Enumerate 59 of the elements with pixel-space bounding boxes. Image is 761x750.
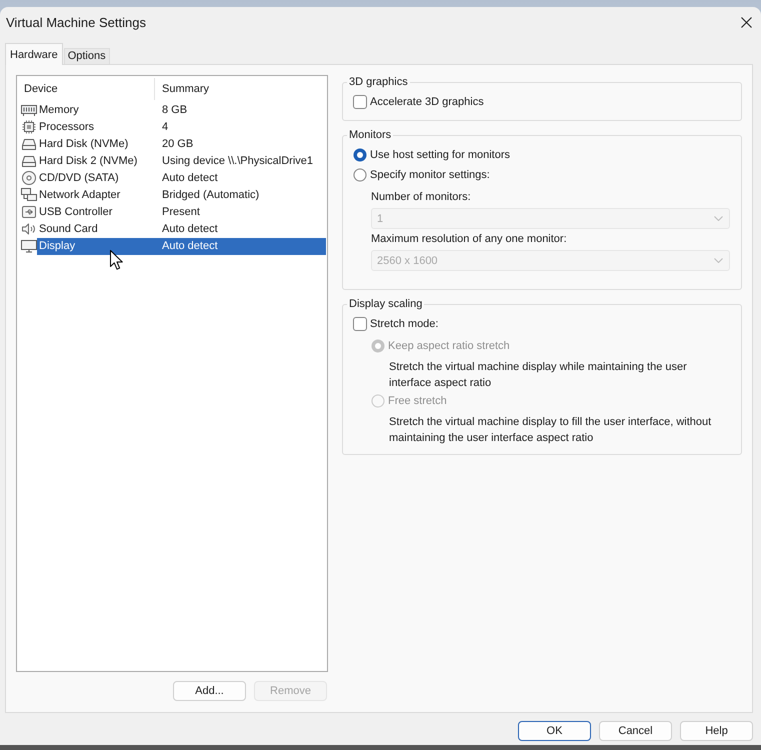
disc-icon [21, 171, 37, 185]
device-row[interactable]: Memory 8 GB [37, 102, 326, 119]
group-title: Display scaling [347, 297, 424, 311]
hard-drive-icon [21, 137, 37, 151]
ok-button[interactable]: OK [518, 721, 591, 741]
memory-module-icon [21, 103, 37, 117]
device-summary: Present [162, 206, 200, 218]
chip-icon [21, 120, 37, 134]
field-label: Maximum resolution of any one monitor: [371, 232, 567, 247]
column-header[interactable]: Summary [162, 83, 210, 95]
tab[interactable]: Hardware [5, 43, 63, 65]
radio-option[interactable]: Use host setting for monitors [353, 145, 510, 165]
device-name: Memory [39, 104, 79, 116]
device-summary: 8 GB [162, 104, 188, 116]
checkbox-option[interactable]: Accelerate 3D graphics [353, 92, 484, 112]
add-button[interactable]: Add... [173, 681, 246, 701]
device-summary: Auto detect [162, 172, 218, 184]
window-title: Virtual Machine Settings [6, 15, 146, 31]
monitor-icon [21, 239, 37, 253]
usb-icon [21, 205, 37, 219]
chevron-down-icon [714, 216, 723, 221]
device-summary: 4 [162, 121, 168, 133]
device-name: Processors [39, 121, 94, 133]
hard-drive-icon [21, 154, 37, 168]
device-row[interactable]: Hard Disk (NVMe) 20 GB [37, 136, 326, 153]
device-name: Hard Disk 2 (NVMe) [39, 155, 138, 167]
device-row[interactable]: Display Auto detect [37, 238, 326, 255]
tab[interactable]: Options [64, 48, 110, 64]
help-button[interactable]: Help [680, 721, 753, 741]
radio-option[interactable]: Specify monitor settings: [353, 165, 490, 185]
device-name: Display [39, 240, 76, 252]
device-summary: Auto detect [162, 223, 218, 235]
device-summary: Auto detect [162, 240, 218, 252]
device-row[interactable]: Hard Disk 2 (NVMe) Using device \\.\PhysicalDrive1 [37, 153, 326, 170]
device-name: Network Adapter [39, 189, 120, 201]
device-row[interactable]: USB Controller Present [37, 204, 326, 221]
device-row[interactable]: Network Adapter Bridged (Automatic) [37, 187, 326, 204]
device-row[interactable]: Sound Card Auto detect [37, 221, 326, 238]
chevron-down-icon [714, 258, 723, 263]
cancel-button[interactable]: Cancel [599, 721, 672, 741]
column-header[interactable]: Device [24, 83, 58, 95]
device-row[interactable]: Processors 4 [37, 119, 326, 136]
description-text: Stretch the virtual machine display to fill the user interface, without maintaining the user interface aspect ratio [389, 415, 712, 446]
device-summary: 20 GB [162, 138, 194, 150]
checkbox-option[interactable]: Stretch mode: [353, 314, 438, 334]
device-summary: Bridged (Automatic) [162, 189, 260, 201]
device-name: Sound Card [39, 223, 98, 235]
description-text: Stretch the virtual machine display while maintaining the user interface aspect ratio [389, 360, 688, 391]
speaker-icon [21, 222, 37, 236]
device-name: Hard Disk (NVMe) [39, 138, 128, 150]
close-icon [740, 16, 752, 28]
field-label: Number of monitors: [371, 190, 471, 205]
group-title: 3D graphics [347, 75, 410, 89]
device-name: CD/DVD (SATA) [39, 172, 119, 184]
mouse-pointer-icon [110, 250, 123, 270]
device-row[interactable]: CD/DVD (SATA) Auto detect [37, 170, 326, 187]
device-name: USB Controller [39, 206, 112, 218]
device-summary: Using device \\.\PhysicalDrive1 [162, 155, 314, 167]
network-icon [21, 188, 37, 202]
